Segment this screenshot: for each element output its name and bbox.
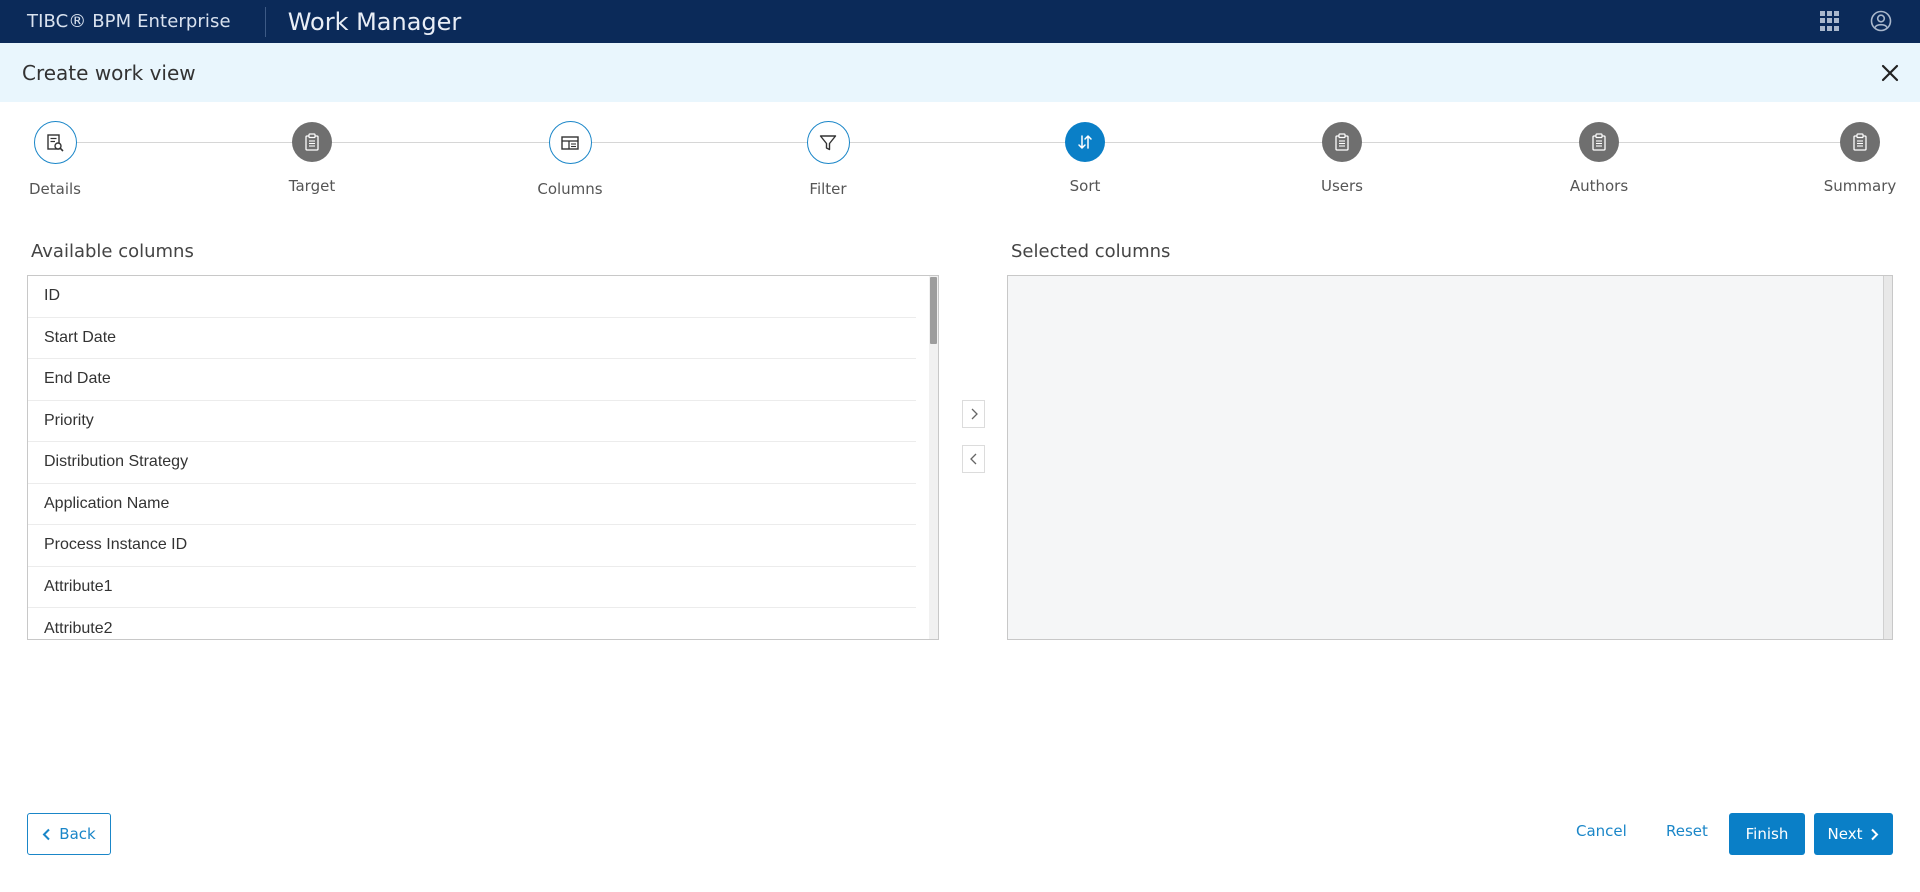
document-search-icon (33, 121, 77, 164)
step-label: Users (1320, 177, 1363, 195)
app-title: Work Manager (287, 7, 462, 36)
table-columns-icon (548, 121, 592, 164)
step-details[interactable]: Details (0, 121, 115, 198)
step-summary[interactable]: Summary (1800, 122, 1920, 195)
list-item[interactable]: ID (28, 276, 916, 318)
clipboard-icon (1322, 122, 1362, 162)
move-left-button[interactable] (962, 445, 985, 473)
list-item[interactable]: Distribution Strategy (28, 442, 916, 484)
step-filter[interactable]: Filter (768, 121, 888, 198)
clipboard-icon (292, 122, 332, 162)
scrollbar[interactable] (929, 276, 938, 639)
cancel-button[interactable]: Cancel (1576, 822, 1627, 840)
next-label: Next (1827, 825, 1863, 843)
step-label: Columns (537, 180, 603, 198)
available-columns-list[interactable]: ID Start Date End Date Priority Distribu… (27, 275, 939, 640)
step-label: Filter (809, 180, 847, 198)
chevron-right-icon (1871, 828, 1879, 840)
list-item[interactable]: Attribute1 (28, 567, 916, 608)
list-item[interactable]: Start Date (28, 318, 916, 359)
close-icon[interactable] (1878, 61, 1902, 85)
chevron-left-icon (42, 828, 50, 840)
next-button[interactable]: Next (1814, 813, 1893, 855)
list-item[interactable]: Process Instance ID (28, 525, 916, 567)
clipboard-icon (1579, 122, 1619, 162)
back-button[interactable]: Back (27, 813, 111, 855)
available-columns-label: Available columns (31, 241, 194, 262)
dialog-title: Create work view (22, 60, 196, 85)
finish-button[interactable]: Finish (1729, 813, 1805, 855)
selected-columns-label: Selected columns (1011, 241, 1171, 262)
back-label: Back (59, 825, 96, 843)
step-users[interactable]: Users (1282, 122, 1402, 195)
step-label: Summary (1823, 177, 1897, 195)
filter-icon (806, 121, 850, 164)
user-account-icon[interactable] (1870, 10, 1892, 32)
step-authors[interactable]: Authors (1539, 122, 1659, 195)
list-item[interactable]: Priority (28, 401, 916, 442)
move-right-button[interactable] (962, 400, 985, 428)
step-label: Authors (1569, 177, 1629, 195)
chevron-left-icon (969, 453, 976, 465)
chevron-right-icon (971, 408, 978, 420)
wizard-stepper: Details Target Columns Filter Sort Users… (0, 102, 1920, 212)
scrollbar[interactable] (1883, 276, 1892, 639)
apps-grid-icon[interactable] (1820, 11, 1840, 31)
step-columns[interactable]: Columns (510, 121, 630, 198)
sort-arrows-icon (1065, 122, 1105, 162)
brand-divider (264, 6, 266, 37)
reset-button[interactable]: Reset (1666, 822, 1708, 840)
finish-label: Finish (1745, 825, 1789, 843)
selected-columns-list[interactable] (1007, 275, 1893, 640)
top-bar: TIBC® BPM Enterprise Work Manager (0, 0, 1920, 43)
step-label: Sort (1069, 177, 1101, 195)
list-item[interactable]: Attribute2 (28, 608, 916, 639)
scrollbar-thumb[interactable] (930, 277, 937, 344)
step-sort[interactable]: Sort (1025, 122, 1145, 195)
brand-logo: TIBC® BPM Enterprise (27, 11, 231, 32)
list-item[interactable]: Application Name (28, 484, 916, 525)
step-target[interactable]: Target (252, 122, 372, 195)
dialog-header: Create work view (0, 43, 1920, 102)
list-item[interactable]: End Date (28, 359, 916, 401)
clipboard-icon (1840, 122, 1880, 162)
step-label: Target (288, 177, 336, 195)
step-label: Details (28, 180, 81, 198)
